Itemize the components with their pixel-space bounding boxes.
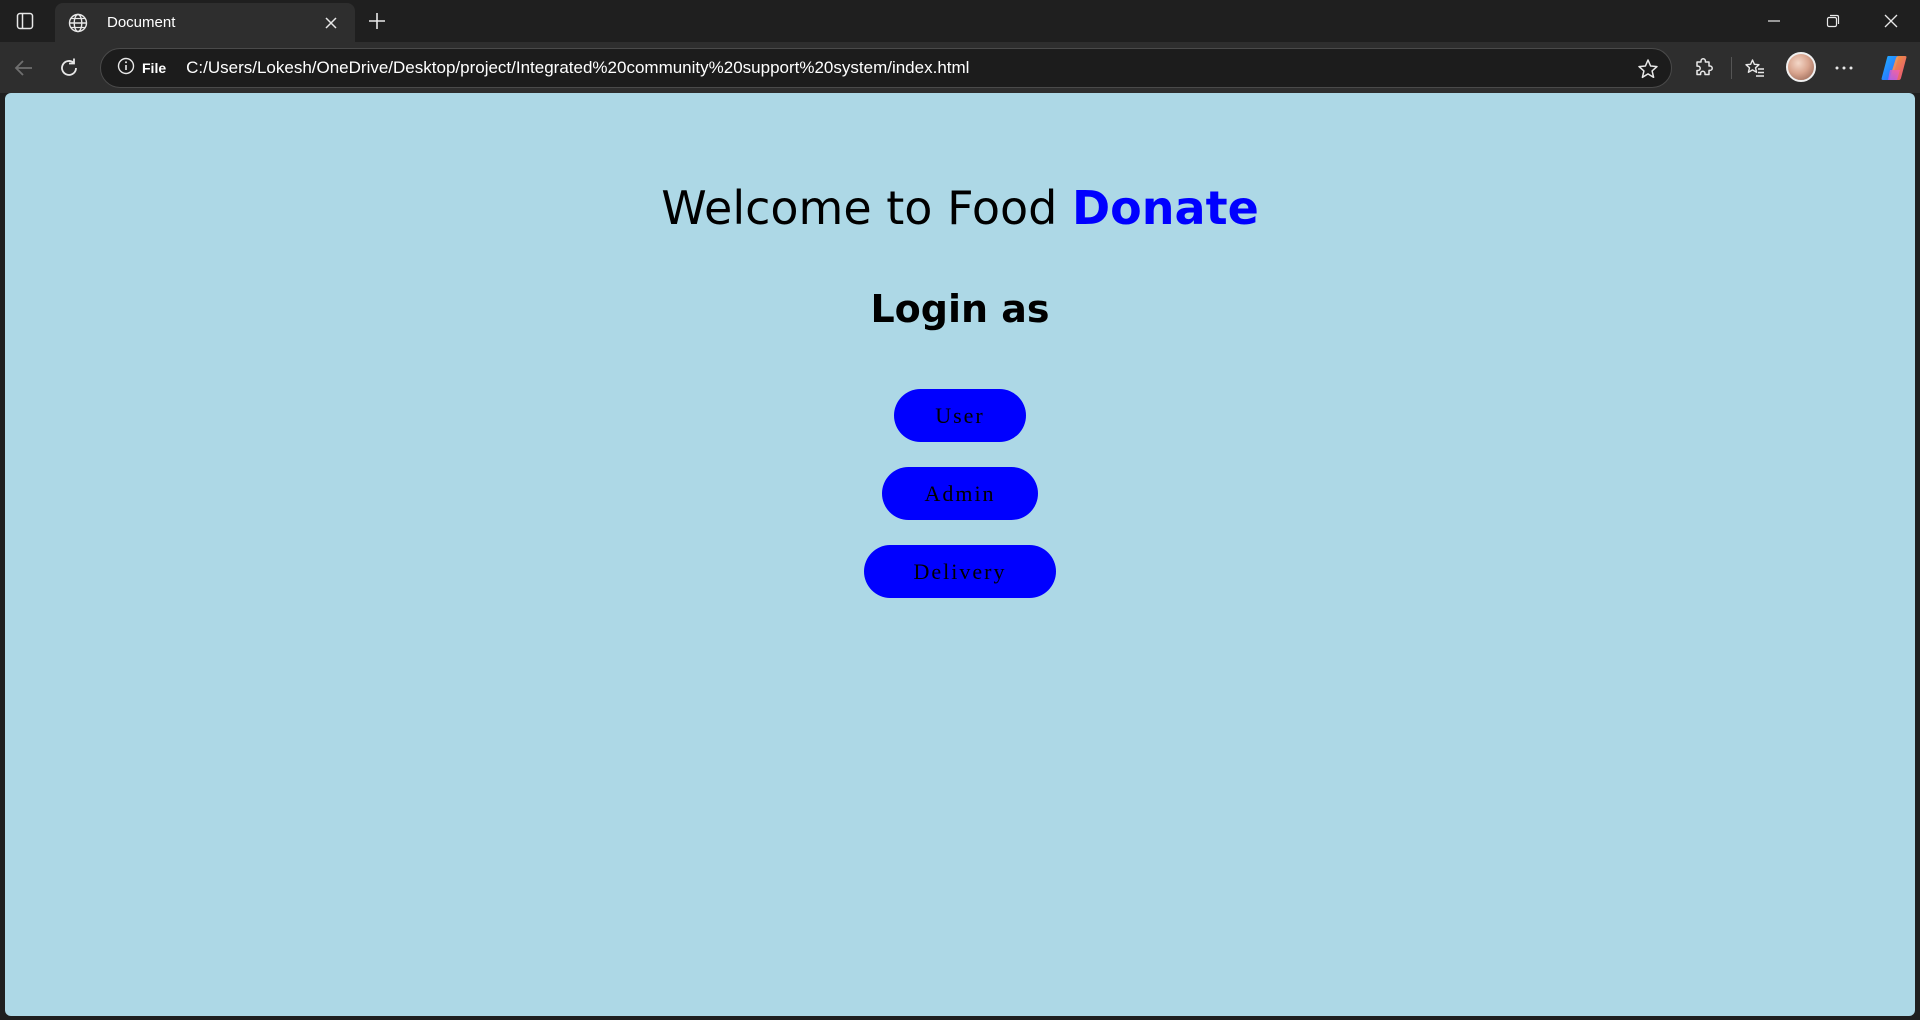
url-text[interactable]: C:/Users/Lokesh/OneDrive/Desktop/project… — [186, 58, 969, 78]
close-icon[interactable] — [319, 11, 343, 35]
browser-toolbar: File C:/Users/Lokesh/OneDrive/Desktop/pr… — [0, 42, 1920, 93]
globe-icon — [67, 12, 89, 34]
window-close-icon[interactable] — [1868, 0, 1914, 42]
tab-title: Document — [107, 14, 176, 31]
site-info-label: File — [142, 60, 167, 76]
delivery-login-button[interactable]: Delivery — [864, 545, 1056, 598]
toolbar-divider — [1731, 57, 1732, 79]
page-title: Welcome to Food Donate — [5, 181, 1915, 235]
tab-actions-icon[interactable] — [8, 6, 42, 36]
plus-icon[interactable] — [362, 6, 392, 36]
site-info-button[interactable]: File — [111, 54, 172, 82]
browser-tab[interactable]: Document — [55, 3, 355, 42]
admin-login-button[interactable]: Admin — [882, 467, 1038, 520]
info-icon — [117, 57, 135, 80]
extensions-icon[interactable] — [1686, 50, 1722, 86]
refresh-icon[interactable] — [51, 50, 87, 86]
favorites-icon[interactable] — [1737, 50, 1773, 86]
login-as-heading: Login as — [870, 287, 1050, 331]
copilot-icon[interactable] — [1878, 52, 1910, 84]
minimize-icon[interactable] — [1751, 0, 1797, 42]
restore-icon[interactable] — [1810, 0, 1856, 42]
back-arrow-icon[interactable] — [6, 50, 42, 86]
more-icon[interactable] — [1826, 50, 1862, 86]
avatar[interactable] — [1786, 52, 1816, 82]
star-icon[interactable] — [1633, 54, 1663, 84]
user-login-button[interactable]: User — [894, 389, 1026, 442]
title-bar: Document — [0, 0, 1920, 42]
address-bar[interactable]: File C:/Users/Lokesh/OneDrive/Desktop/pr… — [100, 48, 1672, 88]
title-accent: Donate — [1072, 181, 1259, 235]
title-text: Welcome to Food — [661, 181, 1072, 235]
page-viewport: Welcome to Food Donate Login as User Adm… — [5, 93, 1915, 1016]
